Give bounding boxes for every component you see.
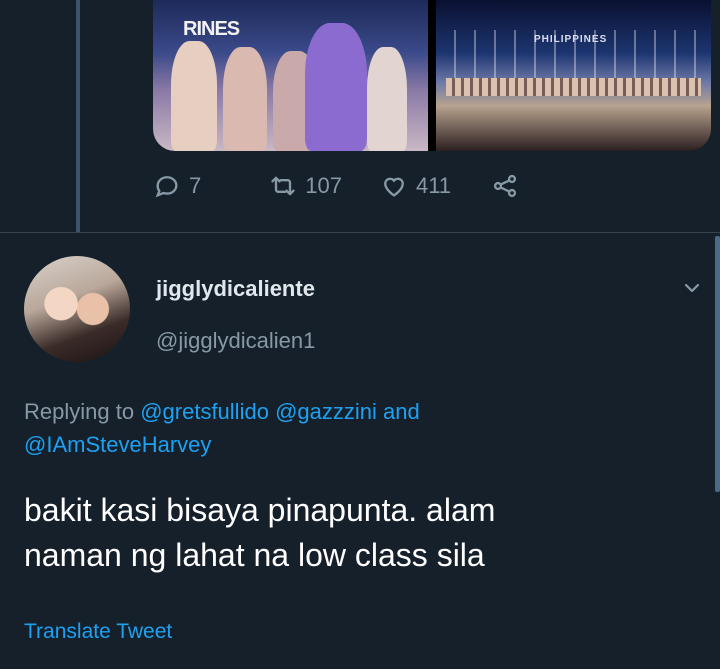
tweet-text: bakit kasi bisaya pinapunta. alam naman … xyxy=(24,488,704,578)
tweet-media-grid[interactable]: RINES PHILIPPINES xyxy=(153,0,711,151)
chevron-down-icon[interactable] xyxy=(678,276,706,300)
like-count: 411 xyxy=(415,173,452,198)
contestant-figure xyxy=(171,41,217,151)
tweet-divider xyxy=(0,232,720,233)
like-button[interactable]: 411 xyxy=(380,172,451,200)
avatar[interactable] xyxy=(24,256,130,362)
replying-to-label: Replying to xyxy=(24,399,135,424)
retweet-icon xyxy=(271,176,295,196)
heart-icon xyxy=(384,177,404,197)
reply-button[interactable]: 7 xyxy=(153,172,201,200)
reply-count: 7 xyxy=(189,173,202,198)
contestant-figure xyxy=(223,47,267,151)
tweet-text-line: naman ng lahat na low class sila xyxy=(24,537,485,573)
contestant-figure-center xyxy=(305,23,367,151)
tweet-text-line: bakit kasi bisaya pinapunta. alam xyxy=(24,492,496,528)
stage-sign-text: RINES xyxy=(183,18,240,40)
mention-conjunction: and xyxy=(383,399,420,424)
display-name[interactable]: jigglydicaliente xyxy=(156,276,315,302)
share-icon xyxy=(493,174,517,198)
user-handle[interactable]: @jigglydicalien1 xyxy=(156,328,315,354)
scrollbar-thumb[interactable] xyxy=(715,236,720,492)
contestant-figure xyxy=(367,47,407,151)
retweet-count: 107 xyxy=(305,173,342,198)
retweet-button[interactable]: 107 xyxy=(269,172,342,200)
stage-sign-text: PHILIPPINES xyxy=(534,34,608,45)
media-image-pageant-stage[interactable]: PHILIPPINES xyxy=(436,0,711,151)
media-image-pageant-contestants[interactable]: RINES xyxy=(153,0,428,151)
thread-connector-line xyxy=(76,0,80,232)
replying-to-line: Replying to @gretsfullido @gazzzini and … xyxy=(24,395,664,461)
stage-contestant-row xyxy=(446,78,701,96)
share-button[interactable] xyxy=(491,172,519,200)
mention-link[interactable]: @IAmSteveHarvey xyxy=(24,432,211,457)
translate-tweet-link[interactable]: Translate Tweet xyxy=(24,620,172,644)
mention-link[interactable]: @gretsfullido xyxy=(140,399,269,424)
tweet-action-bar: 7 107 411 xyxy=(153,172,519,200)
mention-link[interactable]: @gazzzini xyxy=(275,399,377,424)
reply-icon xyxy=(155,176,178,198)
